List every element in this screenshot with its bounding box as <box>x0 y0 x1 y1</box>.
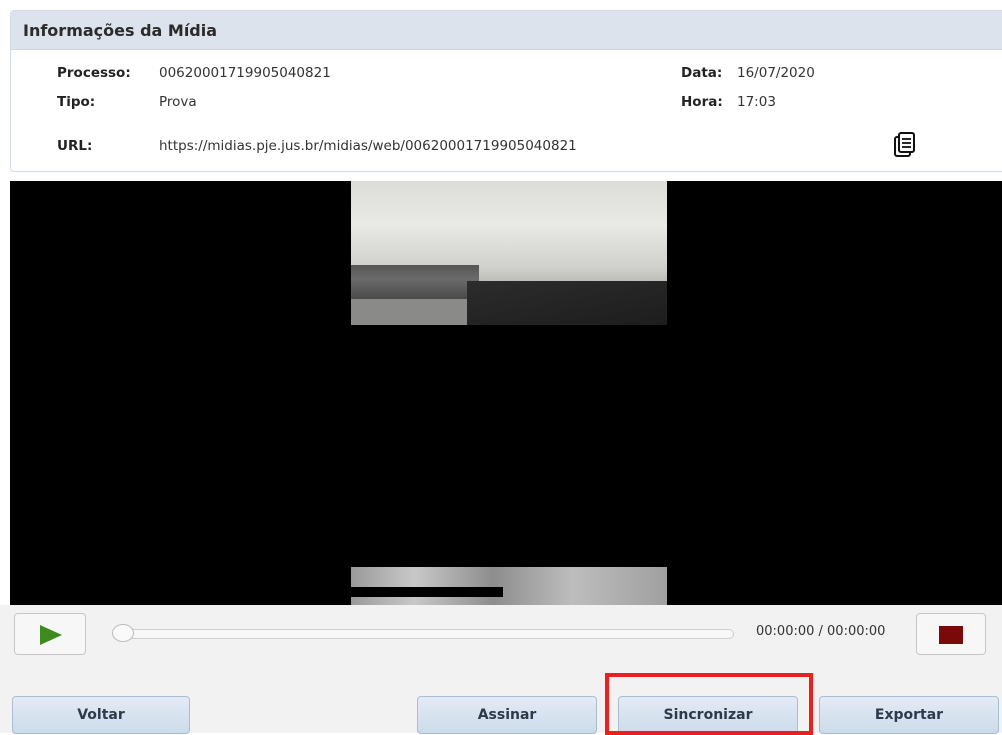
stop-icon <box>939 626 963 644</box>
exportar-button[interactable]: Exportar <box>819 696 999 734</box>
panel-header: Informações da Mídia <box>11 11 1002 50</box>
url-label: URL: <box>57 138 93 154</box>
seek-thumb[interactable] <box>112 624 134 642</box>
play-icon <box>40 625 62 645</box>
url-value[interactable]: https://midias.pje.jus.br/midias/web/006… <box>159 138 577 154</box>
video-player[interactable] <box>10 181 1002 605</box>
processo-label: Processo: <box>57 65 131 81</box>
play-button[interactable] <box>14 613 86 655</box>
video-frame-top <box>351 181 667 325</box>
video-frame-bottom <box>351 567 667 605</box>
tipo-value: Prova <box>159 94 197 110</box>
media-info-panel: Informações da Mídia Processo: 006200017… <box>10 10 1002 172</box>
time-display: 00:00:00 / 00:00:00 <box>756 624 886 639</box>
data-value: 16/07/2020 <box>737 65 815 81</box>
seek-bar[interactable] <box>114 629 734 639</box>
assinar-button[interactable]: Assinar <box>417 696 597 734</box>
copy-icon[interactable] <box>894 132 916 158</box>
highlight-box <box>605 673 813 735</box>
hora-value: 17:03 <box>737 94 776 110</box>
processo-value: 00620001719905040821 <box>159 65 331 81</box>
voltar-button[interactable]: Voltar <box>12 696 190 734</box>
data-label: Data: <box>681 65 723 81</box>
redaction-bar <box>351 587 503 597</box>
panel-title: Informações da Mídia <box>23 21 218 40</box>
tipo-label: Tipo: <box>57 94 96 110</box>
stop-button[interactable] <box>916 613 986 655</box>
hora-label: Hora: <box>681 94 723 110</box>
